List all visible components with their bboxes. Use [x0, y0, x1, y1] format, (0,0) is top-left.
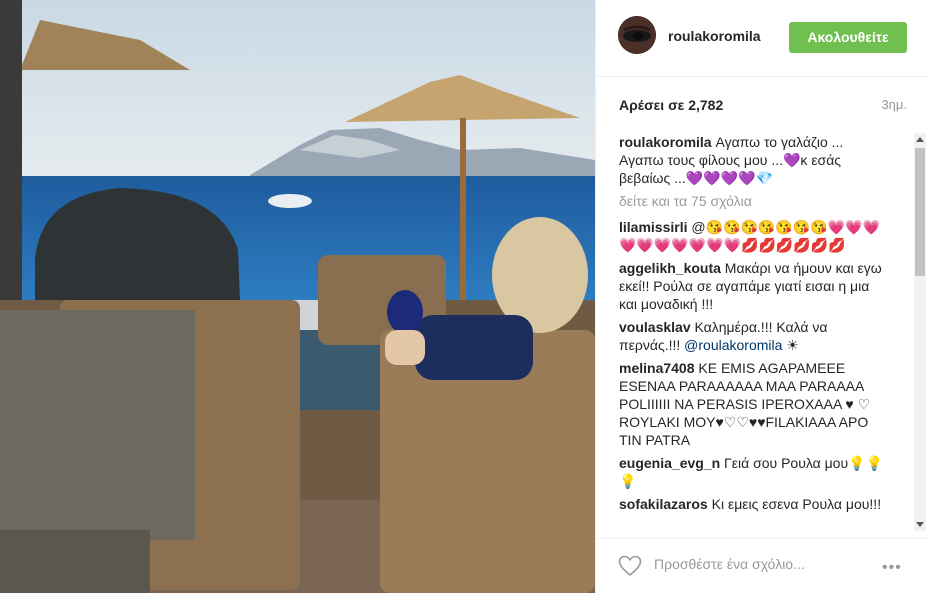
scroll-up-arrow-icon[interactable] [916, 137, 924, 142]
comment-item: sofakilazaros Κι εμεις εσενα Ρουλα μου!!… [619, 495, 887, 513]
caption-username[interactable]: roulakoromila [619, 134, 712, 150]
post-time: 3ημ. [881, 97, 907, 112]
post-header: roulakoromila Ακολουθείτε [596, 0, 927, 77]
comment-item: lilamissirli @😘😘😘😘😘😘😘💗💗💗💗💗💗💗💗💗💗💋💋💋💋💋💋 [619, 218, 887, 254]
comment-item: melina7408 ΚΕ EMIS AGAPAMEEE ESENAA PARA… [619, 359, 887, 449]
post-sidebar: roulakoromila Ακολουθείτε Αρέσει σε 2,78… [595, 0, 927, 593]
comment-item: voulasklav Καλημέρα.!!! Καλά να περνάς.!… [619, 318, 887, 354]
more-options-icon[interactable]: ••• [882, 559, 902, 577]
scrollbar-thumb[interactable] [915, 148, 925, 276]
scroll-down-arrow-icon[interactable] [916, 522, 924, 527]
comment-item: aggelikh_kouta Μακάρι να ήμουν και εγω ε… [619, 259, 887, 313]
post-footer: Προσθέστε ένα σχόλιο... ••• [596, 538, 927, 594]
mention-link[interactable]: @roulakoromila [684, 337, 782, 353]
comments-scrollbar[interactable] [914, 133, 926, 531]
comment-username[interactable]: voulasklav [619, 319, 691, 335]
following-button[interactable]: Ακολουθείτε [789, 22, 907, 53]
comment-username[interactable]: lilamissirli [619, 219, 687, 235]
comments-list: roulakoromila Αγαπω το γαλάζιο ... Αγαπω… [619, 133, 887, 531]
avatar-image [618, 16, 656, 54]
comment-text: Κι εμεις εσενα Ρουλα μου!!! [707, 496, 882, 512]
view-more-comments-link[interactable]: δείτε και τα 75 σχόλια [619, 192, 887, 210]
beach-photo-illustration [0, 0, 595, 593]
avatar[interactable] [618, 16, 656, 54]
username-link[interactable]: roulakoromila [668, 28, 761, 44]
likes-count[interactable]: Αρέσει σε 2,782 [619, 97, 723, 113]
heart-outline-icon[interactable] [618, 555, 642, 577]
add-comment-input[interactable]: Προσθέστε ένα σχόλιο... [654, 556, 805, 572]
caption: roulakoromila Αγαπω το γαλάζιο ... Αγαπω… [619, 133, 887, 187]
post-photo[interactable] [0, 0, 595, 593]
comment-username[interactable]: sofakilazaros [619, 496, 708, 512]
instagram-post: roulakoromila Ακολουθείτε Αρέσει σε 2,78… [0, 0, 927, 593]
comment-username[interactable]: eugenia_evg_n [619, 455, 720, 471]
comment-username[interactable]: melina7408 [619, 360, 695, 376]
comment-username[interactable]: aggelikh_kouta [619, 260, 721, 276]
comment-text-after: ☀ [782, 337, 799, 353]
comment-item: eugenia_evg_n Γειά σου Ρουλα μου💡💡💡 [619, 454, 887, 490]
